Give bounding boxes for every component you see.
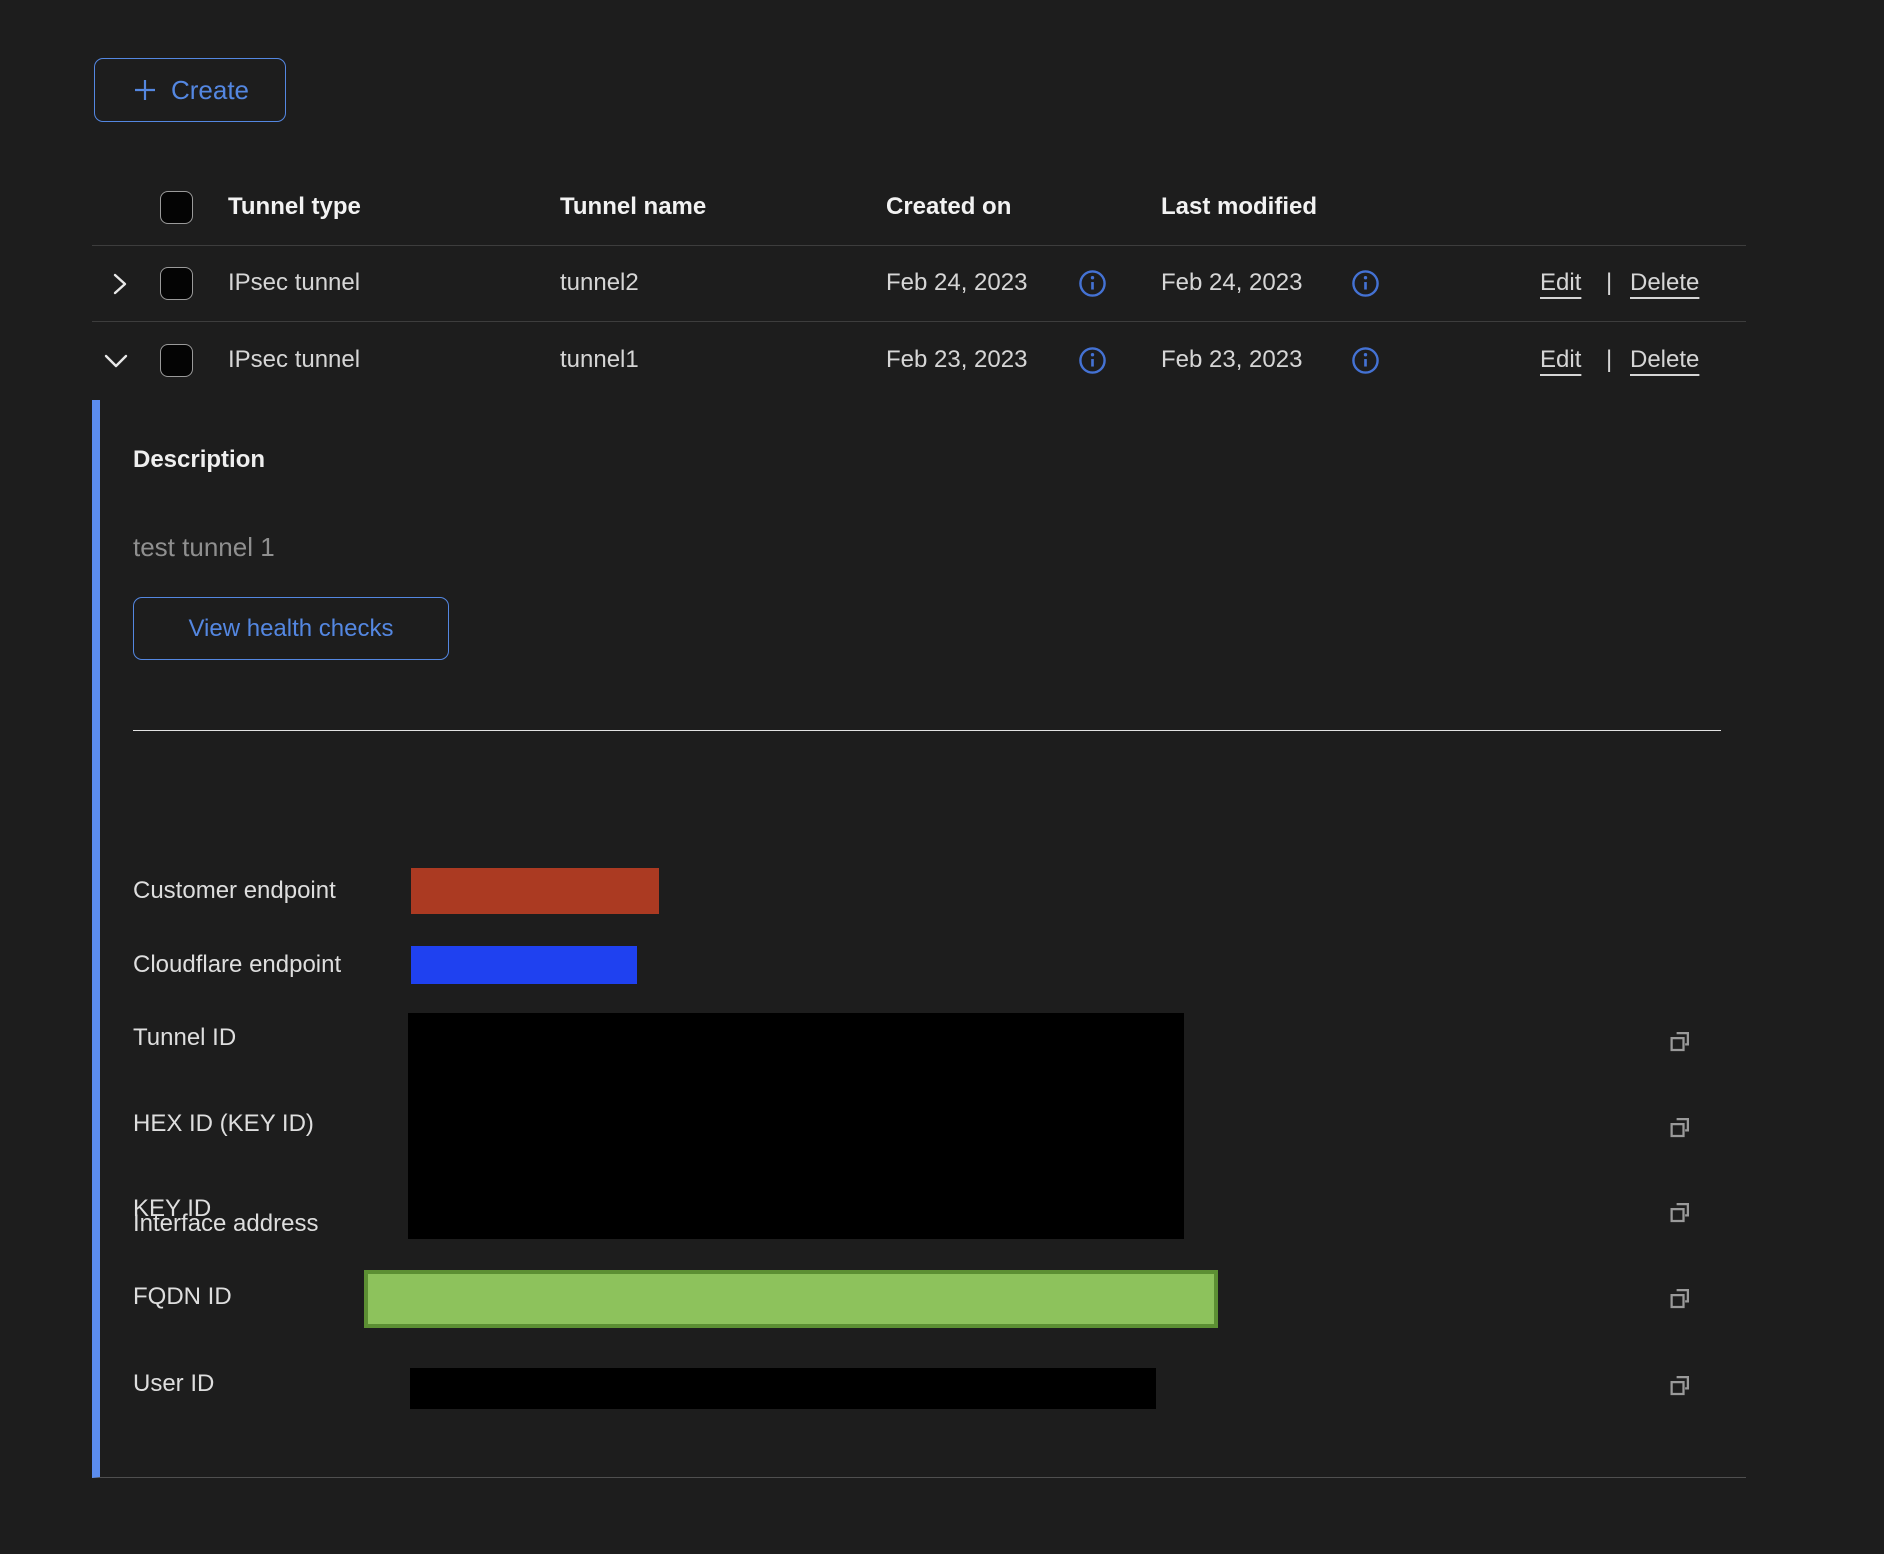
chevron-right-icon[interactable] xyxy=(104,269,134,299)
action-separator: | xyxy=(1606,322,1612,398)
table-header-row: Tunnel type Tunnel name Created on Last … xyxy=(92,169,1746,246)
created-on-cell: Feb 24, 2023 xyxy=(886,245,1027,321)
info-icon[interactable] xyxy=(1078,269,1107,298)
header-tunnel-type: Tunnel type xyxy=(228,169,361,245)
description-label: Description xyxy=(133,446,265,474)
header-last-modified: Last modified xyxy=(1161,169,1317,245)
copy-icon[interactable] xyxy=(1666,1196,1696,1226)
user-id-redaction xyxy=(410,1368,1156,1409)
tunnel-type-cell: IPsec tunnel xyxy=(228,322,360,398)
customer-endpoint-label: Customer endpoint xyxy=(133,877,336,905)
row-checkbox[interactable] xyxy=(160,267,193,300)
header-tunnel-name: Tunnel name xyxy=(560,169,706,245)
select-all-checkbox[interactable] xyxy=(160,191,193,224)
created-on-cell: Feb 23, 2023 xyxy=(886,322,1027,398)
plus-icon xyxy=(131,76,159,104)
cloudflare-endpoint-redaction xyxy=(411,946,637,984)
chevron-down-icon[interactable] xyxy=(100,346,132,376)
hex-id-label: HEX ID (KEY ID) xyxy=(133,1110,314,1138)
tunnel-id-label: Tunnel ID xyxy=(133,1024,236,1052)
customer-endpoint-redaction xyxy=(411,868,659,914)
action-separator: | xyxy=(1606,245,1612,321)
last-modified-cell: Feb 23, 2023 xyxy=(1161,322,1302,398)
delete-link[interactable]: Delete xyxy=(1630,322,1699,398)
copy-icon[interactable] xyxy=(1666,1111,1696,1141)
edit-link[interactable]: Edit xyxy=(1540,245,1581,321)
info-icon[interactable] xyxy=(1351,269,1380,298)
fqdn-id-label: FQDN ID xyxy=(133,1283,232,1311)
info-icon[interactable] xyxy=(1078,346,1107,375)
fqdn-id-redaction xyxy=(364,1270,1218,1328)
key-id-label: KEY ID xyxy=(133,1195,211,1223)
edit-link[interactable]: Edit xyxy=(1540,322,1581,398)
view-health-checks-button[interactable]: View health checks xyxy=(133,597,449,660)
delete-link[interactable]: Delete xyxy=(1630,245,1699,321)
table-row: IPsec tunnel tunnel2 Feb 24, 2023 Feb 24… xyxy=(92,245,1746,322)
description-value: test tunnel 1 xyxy=(133,532,275,563)
id-group-redaction xyxy=(408,1013,1184,1239)
tunnel-name-cell: tunnel2 xyxy=(560,245,639,321)
tunnel-type-cell: IPsec tunnel xyxy=(228,245,360,321)
copy-icon[interactable] xyxy=(1666,1025,1696,1055)
row-checkbox[interactable] xyxy=(160,344,193,377)
section-divider xyxy=(133,730,1721,731)
tunnel-details-panel: Description test tunnel 1 View health ch… xyxy=(92,400,1746,1478)
info-icon[interactable] xyxy=(1351,346,1380,375)
copy-icon[interactable] xyxy=(1666,1369,1696,1399)
cloudflare-endpoint-label: Cloudflare endpoint xyxy=(133,951,341,979)
create-button-label: Create xyxy=(171,75,249,106)
user-id-label: User ID xyxy=(133,1370,214,1398)
create-button[interactable]: Create xyxy=(94,58,286,122)
tunnel-name-cell: tunnel1 xyxy=(560,322,639,398)
last-modified-cell: Feb 24, 2023 xyxy=(1161,245,1302,321)
table-row: IPsec tunnel tunnel1 Feb 23, 2023 Feb 23… xyxy=(92,322,1746,398)
page-background: { "toolbar": { "create_label": "Create" … xyxy=(0,0,1884,1554)
header-created-on: Created on xyxy=(886,169,1011,245)
copy-icon[interactable] xyxy=(1666,1282,1696,1312)
